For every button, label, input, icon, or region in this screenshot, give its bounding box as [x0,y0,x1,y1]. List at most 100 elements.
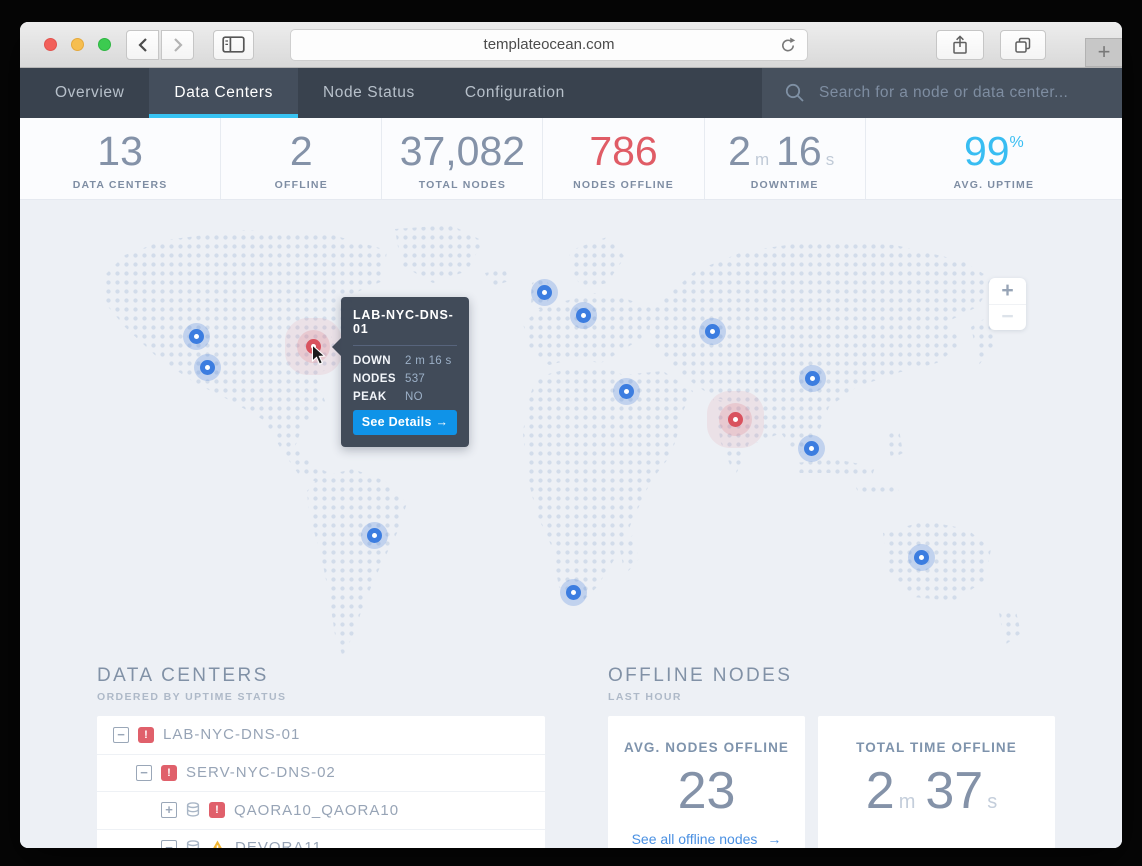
stat-data-centers: 13 DATA CENTERS [20,118,222,199]
back-button[interactable] [126,29,159,60]
marker-dot-icon [565,584,581,600]
tree-row-label: QAORA10_QAORA10 [234,801,400,819]
stat-value: 2 [289,127,313,174]
share-button[interactable] [936,29,984,60]
mouse-cursor-icon [311,344,326,365]
tab-overview[interactable]: Overview [30,68,149,118]
tab-overview-button[interactable] [1000,29,1046,60]
tooltip-row-value: 537 [405,373,426,385]
stat-value: 37,082 [399,127,526,174]
url-text: templateocean.com [483,36,615,53]
tree-toggle-collapse[interactable]: − [136,764,152,781]
marker-dot-icon [188,328,204,344]
tab-node-status[interactable]: Node Status [298,68,440,118]
arrow-right-icon: → [435,415,449,429]
marker-dot-icon [536,284,552,300]
address-bar[interactable]: templateocean.com [290,28,808,61]
tooltip-row-label: NODES [353,373,396,385]
alert-icon: ! [209,802,225,819]
unit-label: s [987,791,998,813]
tab-data-centers[interactable]: Data Centers [149,68,298,118]
stat-value: 99% [963,127,1024,174]
stat-downtime: 2 m 16 s DOWNTIME [705,118,866,199]
data-centers-tree: −! LAB-NYC-DNS-01 −! SERV-NYC-DNS-02 +! QAORA… [97,716,545,848]
tooltip-title: LAB-NYC-DNS-01 [353,308,454,336]
warning-icon [213,840,222,848]
offline-nodes-panel: OFFLINE NODES LAST HOUR AVG. NODES OFFLI… [608,664,1055,848]
tooltip-row-label: PEAK [353,391,387,403]
reload-button[interactable] [779,36,798,59]
back-icon [137,37,147,52]
search-input[interactable] [819,84,1119,102]
tree-row[interactable]: −! SERV-NYC-DNS-02 [97,753,545,792]
map-tooltip: LAB-NYC-DNS-01 DOWN 2 m 16 s NODES 537 PEAK N… [332,297,469,447]
stat-label: OFFLINE [274,178,328,191]
zoom-out-button[interactable]: − [989,303,1026,331]
alert-icon: ! [138,726,154,743]
tooltip-row-value: 2 m 16 s [405,355,452,367]
data-centers-subtitle: ORDERED BY UPTIME STATUS [97,691,287,703]
tree-toggle-expand[interactable]: + [161,802,177,819]
tree-row[interactable]: −! LAB-NYC-DNS-01 [97,716,545,754]
marker-dot-icon [704,323,720,339]
metric-label: AVG. NODES OFFLINE [623,740,790,755]
tooltip-row-peak: PEAK NO [353,391,457,403]
search-box [762,68,1122,118]
tree-toggle-collapse[interactable]: − [161,839,177,848]
sidebar-toggle-button[interactable] [213,29,254,60]
data-centers-panel: DATA CENTERS ORDERED BY UPTIME STATUS −!… [97,664,545,848]
data-centers-title: DATA CENTERS [97,665,269,686]
tree-row[interactable]: − DEVORA11 [97,828,545,848]
new-tab-button[interactable]: + [1085,38,1122,67]
tree-row-label: LAB-NYC-DNS-01 [163,726,301,744]
tooltip-row-nodes: NODES 537 [353,373,457,385]
marker-dot-icon [366,527,382,543]
close-window-button[interactable] [44,38,57,51]
forward-button[interactable] [161,29,194,60]
unit-label: m [754,149,770,169]
stat-label: AVG. UPTIME [953,178,1035,191]
tree-row-label: SERV-NYC-DNS-02 [186,764,336,782]
window-controls [44,38,111,51]
offline-nodes-title: OFFLINE NODES [608,665,793,686]
marker-dot-icon [575,307,591,323]
marker-dot-icon [618,383,634,399]
tooltip-row-value: NO [405,391,423,403]
see-details-button[interactable]: See Details → [353,410,457,435]
metric-label: TOTAL TIME OFFLINE [856,740,1017,755]
metric-value: 23 [677,762,736,820]
forward-icon [173,37,183,52]
maximize-window-button[interactable] [98,38,111,51]
stat-value: 2 m 16 s [728,127,835,174]
tree-toggle-collapse[interactable]: − [113,726,129,743]
stats-strip: 13 DATA CENTERS 2 OFFLINE 37,082 TOTAL NODES 7… [20,118,1122,200]
nav-tabs: Overview Data Centers Node Status Configura… [30,68,590,118]
marker-dot-icon [913,549,929,565]
stat-avg-uptime: 99% AVG. UPTIME [866,118,1122,199]
search-icon [785,83,804,102]
marker-dot-icon [803,440,819,456]
stat-label: TOTAL NODES [418,178,507,191]
marker-dot-icon [199,359,215,375]
link-label: See all offline nodes [631,831,758,847]
world-map: LAB-NYC-DNS-01 DOWN 2 m 16 s NODES 537 PEAK N… [20,200,1122,662]
database-icon [186,802,200,817]
browser-window: templateocean.com + Overview Data Center… [20,22,1122,848]
percent-sign: % [1009,133,1024,151]
stat-nodes-offline: 786 NODES OFFLINE [543,118,705,199]
stat-label: NODES OFFLINE [573,178,674,191]
share-icon [953,34,967,54]
stat-total-nodes: 37,082 TOTAL NODES [382,118,544,199]
tabs-icon [1015,37,1031,53]
stat-label: DOWNTIME [750,178,819,191]
database-icon [186,839,200,848]
alert-icon: ! [161,764,177,781]
tab-configuration[interactable]: Configuration [440,68,590,118]
map-zoom-control: + − [989,278,1026,330]
offline-nodes-subtitle: LAST HOUR [608,691,682,703]
minimize-window-button[interactable] [71,38,84,51]
tree-row[interactable]: +! QAORA10_QAORA10 [97,791,545,829]
see-all-offline-nodes-link[interactable]: See all offline nodes → [632,831,782,847]
unit-label: s [825,149,835,169]
zoom-in-button[interactable]: + [989,278,1026,304]
